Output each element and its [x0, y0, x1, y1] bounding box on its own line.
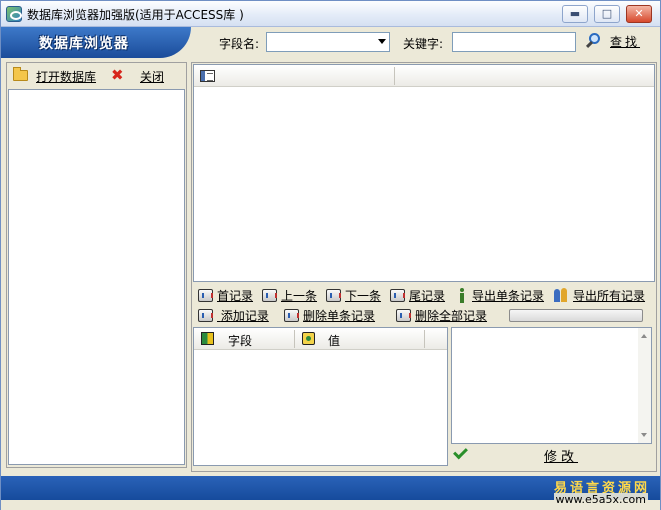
field-detail-table[interactable]: 字段 值 — [193, 327, 448, 466]
record-icon — [326, 289, 341, 302]
records-grid-header — [194, 65, 654, 87]
progress-bar — [509, 309, 643, 322]
title-bar[interactable]: 数据库浏览器加强版(适用于ACCESS库 ) ▬ □ ✕ — [1, 1, 660, 27]
search-button-label: 查找 — [610, 35, 641, 49]
scroll-up-icon[interactable] — [641, 334, 647, 338]
column-separator[interactable] — [294, 330, 295, 348]
field-name-label: 字段名: — [219, 37, 260, 51]
prev-record-button[interactable]: 上一条 — [262, 287, 317, 304]
brand-title: 数据库浏览器 — [39, 36, 129, 52]
record-icon — [396, 309, 411, 322]
records-grid[interactable] — [193, 64, 655, 282]
app-icon — [6, 6, 22, 22]
delete-single-button[interactable]: 删除单条记录 — [284, 307, 375, 324]
field-name-select[interactable] — [266, 32, 390, 52]
search-button[interactable]: 查找 — [582, 30, 650, 53]
close-window-button[interactable]: ✕ — [626, 5, 652, 23]
record-icon — [198, 289, 213, 302]
open-database-button[interactable]: 打开数据库 — [36, 68, 96, 85]
field-detail-header: 字段 值 — [194, 328, 447, 350]
last-record-button[interactable]: 尾记录 — [390, 287, 445, 304]
keyword-label: 关键字: — [403, 37, 444, 51]
column-separator[interactable] — [394, 67, 395, 85]
maximize-button[interactable]: □ — [594, 5, 620, 23]
record-icon — [262, 289, 277, 302]
value-column-header[interactable]: 值 — [328, 332, 340, 349]
window-title: 数据库浏览器加强版(适用于ACCESS库 ) — [27, 8, 244, 22]
export-single-button[interactable]: 导出单条记录 — [458, 287, 544, 304]
app-window: 数据库浏览器加强版(适用于ACCESS库 ) ▬ □ ✕ 数据库浏览器 字段名:… — [0, 0, 661, 510]
records-panel: 首记录 上一条 下一条 尾记录 导出单条记录 导出所有记录 添加记录 删除单条记… — [191, 62, 657, 472]
search-icon — [585, 33, 602, 49]
record-icon — [198, 309, 213, 322]
scroll-down-icon[interactable] — [641, 433, 647, 437]
column-separator[interactable] — [424, 330, 425, 348]
folder-open-icon[interactable] — [13, 67, 28, 81]
first-record-button[interactable]: 首记录 — [198, 287, 253, 304]
modify-button[interactable]: 修改 — [544, 446, 578, 465]
brand-banner: 数据库浏览器 — [1, 27, 191, 58]
next-record-button[interactable]: 下一条 — [326, 287, 381, 304]
keyword-input[interactable] — [452, 32, 576, 52]
table-list[interactable] — [8, 89, 185, 465]
record-icon — [284, 309, 299, 322]
value-icon — [302, 332, 315, 345]
close-x-icon[interactable]: ✖ — [111, 67, 124, 83]
minimize-button[interactable]: ▬ — [562, 5, 588, 23]
watermark-url: www.e5a5x.com — [553, 493, 648, 506]
chevron-down-icon[interactable] — [378, 39, 386, 44]
check-icon — [453, 444, 468, 460]
left-toolbar: 打开数据库 ✖ 关闭 — [7, 63, 186, 88]
search-toolbar: 数据库浏览器 字段名: 关键字: 查找 — [1, 27, 660, 58]
field-column-header[interactable]: 字段 — [228, 332, 252, 349]
delete-all-button[interactable]: 删除全部记录 — [396, 307, 487, 324]
people-icon — [554, 288, 568, 303]
value-edit-box[interactable] — [451, 327, 652, 444]
book-icon — [200, 70, 215, 82]
vertical-scrollbar[interactable] — [638, 328, 651, 443]
table-list-panel: 打开数据库 ✖ 关闭 — [6, 62, 187, 468]
record-icon — [390, 289, 405, 302]
info-icon — [458, 288, 466, 303]
export-all-button[interactable]: 导出所有记录 — [554, 287, 645, 304]
add-record-button[interactable]: 添加记录 — [198, 307, 269, 324]
close-database-button[interactable]: 关闭 — [140, 68, 164, 85]
field-icon — [201, 332, 214, 345]
